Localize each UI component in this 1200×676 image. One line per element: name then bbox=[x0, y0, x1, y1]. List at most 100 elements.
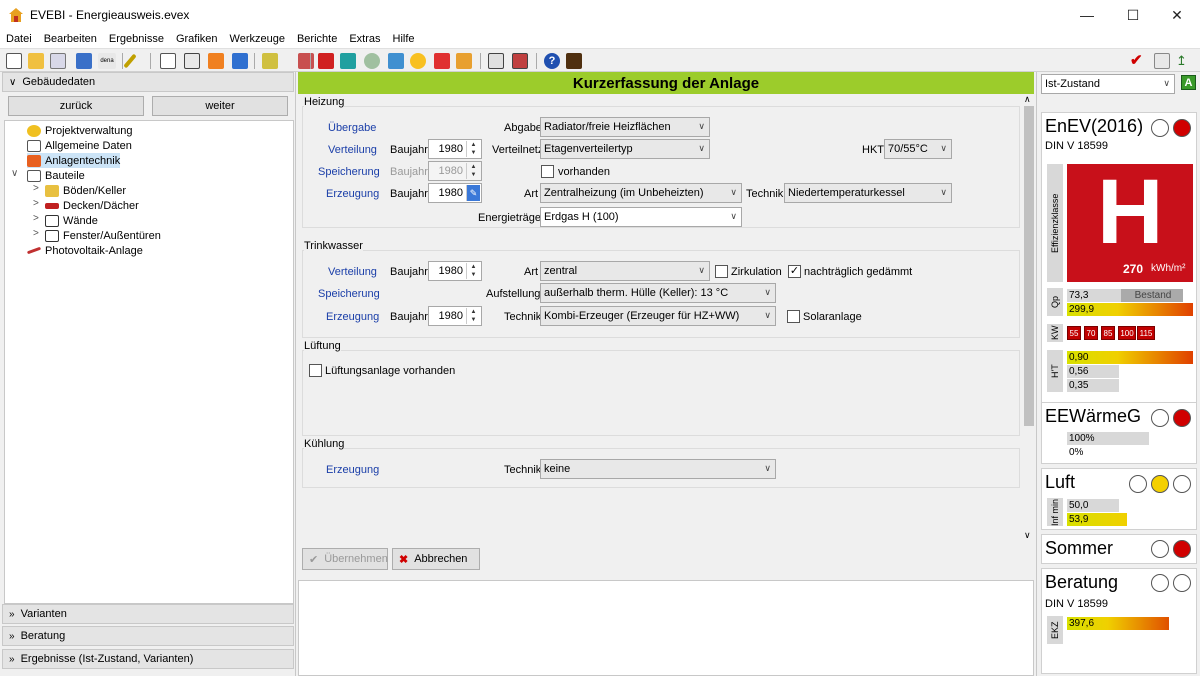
close-button[interactable]: ✕ bbox=[1154, 0, 1200, 30]
menu-extras[interactable]: Extras bbox=[349, 33, 380, 45]
tree-item-projektverwaltung[interactable]: Projektverwaltung bbox=[27, 123, 132, 138]
export-icon[interactable] bbox=[1154, 53, 1170, 69]
spinner-icon[interactable]: ▲ ▼ bbox=[466, 263, 480, 279]
chevron-right-icon[interactable]: > bbox=[33, 213, 39, 224]
section-beratung[interactable]: » Beratung bbox=[2, 626, 294, 646]
edit-pencil-icon[interactable]: ✎ bbox=[466, 185, 480, 201]
verteilung-baujahr-stepper[interactable]: 1980 ▲ ▼ bbox=[428, 139, 482, 159]
chevron-right-icon[interactable]: > bbox=[33, 183, 39, 194]
menu-datei[interactable]: Datei bbox=[6, 33, 32, 45]
section-varianten[interactable]: » Varianten bbox=[2, 604, 294, 624]
menu-berichte[interactable]: Berichte bbox=[297, 33, 337, 45]
spinner-icon[interactable]: ▲ ▼ bbox=[466, 308, 480, 324]
forward-blue-icon[interactable] bbox=[232, 53, 248, 69]
vertical-scrollbar[interactable]: ∧ ∨ bbox=[1022, 94, 1034, 544]
menu-grafiken[interactable]: Grafiken bbox=[176, 33, 218, 45]
label-lueftungsanlage: Lüftungsanlage vorhanden bbox=[325, 365, 456, 377]
tw-verteilung-baujahr-stepper[interactable]: 1980 ▲ ▼ bbox=[428, 261, 482, 281]
power-icon[interactable] bbox=[434, 53, 450, 69]
menu-ergebnisse[interactable]: Ergebnisse bbox=[109, 33, 164, 45]
new-icon[interactable] bbox=[6, 53, 22, 69]
tree-item-bauteile[interactable]: Bauteile bbox=[27, 168, 85, 183]
report-icon[interactable] bbox=[318, 53, 334, 69]
erzeugung-baujahr-input[interactable]: 1980 ✎ bbox=[428, 183, 482, 203]
energietraeger-select[interactable]: Erdgas H (100) ∨ bbox=[540, 207, 742, 227]
section-gebaeudedaten[interactable]: ∨ Gebäudedaten bbox=[2, 72, 294, 92]
vorhanden-checkbox[interactable] bbox=[541, 165, 554, 178]
chevron-down-icon: ∨ bbox=[764, 463, 771, 473]
magnifier-icon[interactable] bbox=[364, 53, 380, 69]
technik-select[interactable]: Niedertemperaturkessel ∨ bbox=[784, 183, 952, 203]
art-select[interactable]: Zentralheizung (im Unbeheizten) ∨ bbox=[540, 183, 742, 203]
class-label: Effizienzklasse bbox=[1047, 164, 1063, 282]
chart-icon[interactable] bbox=[512, 53, 528, 69]
aufstellung-select[interactable]: außerhalb therm. Hülle (Keller): 13 °C ∨ bbox=[540, 283, 776, 303]
dena-icon[interactable]: dena bbox=[98, 53, 116, 69]
ht-label: H'T bbox=[1047, 350, 1063, 392]
tw-technik-select[interactable]: Kombi-Erzeuger (Erzeuger für HZ+WW) ∨ bbox=[540, 306, 776, 326]
tree-item-decken-daecher[interactable]: Decken/Dächer bbox=[45, 198, 139, 213]
chevron-down-icon[interactable]: ∨ bbox=[1024, 530, 1031, 541]
money-icon[interactable] bbox=[456, 53, 472, 69]
next-button[interactable]: weiter bbox=[152, 96, 288, 116]
grid-icon[interactable] bbox=[340, 53, 356, 69]
minimize-button[interactable]: — bbox=[1064, 0, 1110, 30]
open-icon[interactable] bbox=[28, 53, 44, 69]
tree-item-boeden-keller[interactable]: Böden/Keller bbox=[45, 183, 126, 198]
notes-area[interactable] bbox=[298, 580, 1034, 676]
chevron-up-icon[interactable]: ∧ bbox=[1024, 94, 1031, 105]
bestand-bar: Bestand bbox=[1121, 289, 1183, 302]
tree-item-waende[interactable]: Wände bbox=[45, 213, 98, 228]
section-ergebnisse[interactable]: » Ergebnisse (Ist-Zustand, Varianten) bbox=[2, 649, 294, 669]
label-gedaemmt: nachträglich gedämmt bbox=[804, 266, 913, 278]
list-icon[interactable] bbox=[298, 53, 314, 69]
help-icon[interactable]: ? bbox=[544, 53, 560, 69]
network-icon[interactable] bbox=[184, 53, 200, 69]
graph-icon[interactable]: ↥ bbox=[1176, 53, 1192, 69]
document-icon[interactable] bbox=[160, 53, 176, 69]
tree-item-fenster[interactable]: Fenster/Außentüren bbox=[45, 228, 161, 243]
notes-icon[interactable] bbox=[488, 53, 504, 69]
kuehlung-technik-select[interactable]: keine ∨ bbox=[540, 459, 776, 479]
chevron-down-icon: ∨ bbox=[764, 310, 771, 320]
back-button[interactable]: zurück bbox=[8, 96, 144, 116]
tree-item-photovoltaik[interactable]: Photovoltaik-Anlage bbox=[26, 243, 143, 258]
chevron-right-icon[interactable]: > bbox=[33, 198, 39, 209]
chevron-down-icon: ∨ bbox=[940, 143, 947, 153]
abgabe-select[interactable]: Radiator/freie Heizflächen ∨ bbox=[540, 117, 710, 137]
solaranlage-checkbox[interactable] bbox=[787, 310, 800, 323]
cancel-button[interactable]: ✖ Abbrechen bbox=[392, 548, 480, 570]
zirkulation-checkbox[interactable] bbox=[715, 265, 728, 278]
tree-item-anlagentechnik[interactable]: Anlagentechnik bbox=[27, 153, 121, 168]
check-red-icon[interactable]: ✔ bbox=[1130, 53, 1146, 69]
calculator-icon[interactable] bbox=[566, 53, 582, 69]
wand-icon[interactable] bbox=[123, 53, 137, 69]
tree-icon[interactable] bbox=[262, 53, 278, 69]
menu-bearbeiten[interactable]: Bearbeiten bbox=[44, 33, 97, 45]
hkt-select[interactable]: 70/55°C ∨ bbox=[884, 139, 952, 159]
a-badge-icon[interactable]: A bbox=[1181, 75, 1196, 90]
menu-werkzeuge[interactable]: Werkzeuge bbox=[230, 33, 285, 45]
copy-icon[interactable] bbox=[50, 53, 66, 69]
menu-hilfe[interactable]: Hilfe bbox=[393, 33, 415, 45]
tw-art-select[interactable]: zentral ∨ bbox=[540, 261, 710, 281]
verteilnetz-select[interactable]: Etagenverteilertyp ∨ bbox=[540, 139, 710, 159]
spinner-icon[interactable]: ▲ ▼ bbox=[466, 141, 480, 157]
label-baujahr-disabled: Baujahr bbox=[390, 166, 428, 178]
fan-icon[interactable] bbox=[388, 53, 404, 69]
state-select[interactable]: Ist-Zustand ∨ bbox=[1041, 74, 1175, 94]
gedaemmt-checkbox[interactable]: ✓ bbox=[788, 265, 801, 278]
scrollbar-thumb[interactable] bbox=[1024, 106, 1034, 426]
kw-cell: 115 bbox=[1137, 326, 1155, 340]
chevron-down-icon[interactable]: ∨ bbox=[11, 168, 18, 179]
tw-erzeugung-baujahr-stepper[interactable]: 1980 ▲ ▼ bbox=[428, 306, 482, 326]
apply-button[interactable]: ✔ Übernehmen bbox=[302, 548, 388, 570]
maximize-button[interactable]: ☐ bbox=[1110, 0, 1156, 30]
import-icon[interactable] bbox=[76, 53, 92, 69]
app-house-icon bbox=[9, 8, 23, 22]
lueftungsanlage-checkbox[interactable] bbox=[309, 364, 322, 377]
sun-icon[interactable] bbox=[410, 53, 426, 69]
chevron-right-icon[interactable]: > bbox=[33, 228, 39, 239]
tree-item-allgemeine-daten[interactable]: Allgemeine Daten bbox=[27, 138, 132, 153]
forward-orange-icon[interactable] bbox=[208, 53, 224, 69]
